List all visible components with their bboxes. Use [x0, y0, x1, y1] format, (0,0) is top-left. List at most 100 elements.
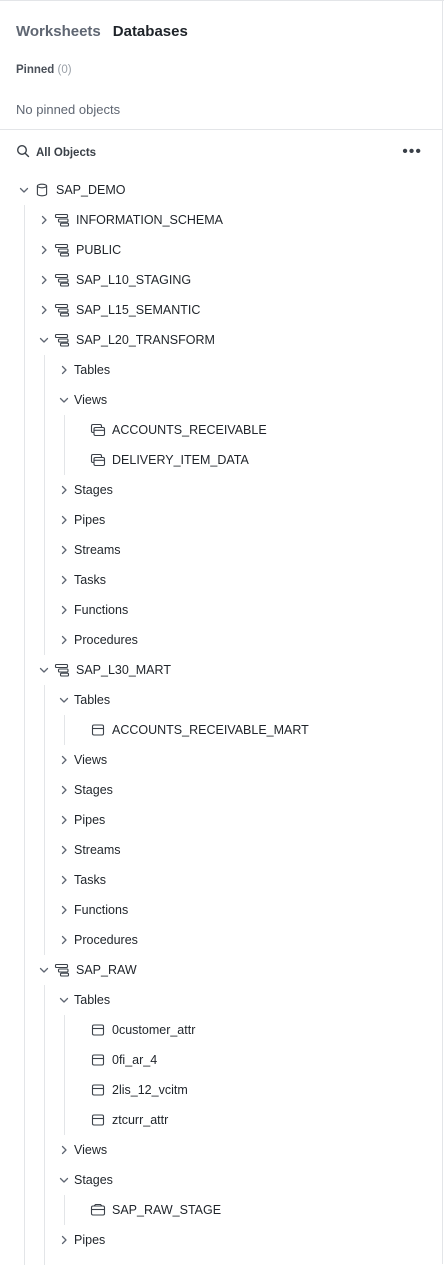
tree-item-schema[interactable]: PUBLIC — [0, 235, 442, 265]
chevron-right-icon[interactable] — [56, 905, 72, 915]
pinned-label: Pinned — [16, 64, 55, 76]
tab-databases[interactable]: Databases — [113, 23, 188, 40]
tree-item-database[interactable]: SAP_DEMO — [0, 175, 442, 205]
table-icon — [90, 1023, 106, 1037]
tree-item-schema[interactable]: SAP_L15_SEMANTIC — [0, 295, 442, 325]
tree-item-view[interactable]: ACCOUNTS_RECEIVABLE — [0, 415, 442, 445]
tree-item-label: SAP_L20_TRANSFORM — [76, 333, 215, 347]
all-objects-search[interactable]: All Objects ••• — [16, 144, 428, 162]
tree-item-folder[interactable]: Procedures — [0, 625, 442, 655]
tree-item-table[interactable]: 2lis_12_vcitm — [0, 1075, 442, 1105]
tree-item-label: Streams — [74, 843, 121, 857]
tree-item-folder[interactable]: Stages — [0, 475, 442, 505]
chevron-right-icon[interactable] — [36, 305, 52, 315]
tree-item-table[interactable]: 0customer_attr — [0, 1015, 442, 1045]
chevron-down-icon[interactable] — [56, 395, 72, 405]
view-icon — [90, 453, 106, 467]
tree-item-folder[interactable]: Functions — [0, 595, 442, 625]
tree-item-folder[interactable]: Pipes — [0, 1225, 442, 1255]
tree-item-label: Stages — [74, 783, 113, 797]
tree-item-schema[interactable]: SAP_L20_TRANSFORM — [0, 325, 442, 355]
chevron-right-icon[interactable] — [56, 485, 72, 495]
ellipsis-icon[interactable]: ••• — [402, 144, 422, 160]
tree-item-folder[interactable]: Tables — [0, 985, 442, 1015]
panel-right-border — [442, 0, 443, 1264]
chevron-right-icon[interactable] — [56, 1145, 72, 1155]
pinned-count: (0) — [57, 64, 72, 76]
chevron-right-icon[interactable] — [56, 545, 72, 555]
chevron-right-icon[interactable] — [56, 1235, 72, 1245]
tree-item-label: DELIVERY_ITEM_DATA — [112, 453, 249, 467]
tree-item-folder[interactable]: Views — [0, 745, 442, 775]
tree-item-folder[interactable]: Stages — [0, 775, 442, 805]
chevron-right-icon[interactable] — [56, 575, 72, 585]
tree-item-folder[interactable]: Pipes — [0, 805, 442, 835]
chevron-down-icon[interactable] — [56, 695, 72, 705]
tree-item-label: 2lis_12_vcitm — [112, 1083, 188, 1097]
chevron-right-icon[interactable] — [56, 875, 72, 885]
tree-item-label: ACCOUNTS_RECEIVABLE — [112, 423, 267, 437]
chevron-down-icon[interactable] — [56, 1175, 72, 1185]
tree-item-schema[interactable]: SAP_L10_STAGING — [0, 265, 442, 295]
chevron-right-icon[interactable] — [56, 515, 72, 525]
chevron-right-icon[interactable] — [56, 935, 72, 945]
schema-icon — [54, 663, 70, 677]
tree-item-folder[interactable]: Streams — [0, 535, 442, 565]
tree-item-folder[interactable]: Functions — [0, 895, 442, 925]
chevron-right-icon[interactable] — [56, 635, 72, 645]
tree-item-folder[interactable]: Tables — [0, 355, 442, 385]
pinned-header: Pinned (0) — [16, 64, 72, 76]
tree-item-folder[interactable]: Views — [0, 1135, 442, 1165]
tree-item-table[interactable]: ztcurr_attr — [0, 1105, 442, 1135]
schema-icon — [54, 333, 70, 347]
tree-item-folder[interactable]: Streams — [0, 835, 442, 865]
search-icon[interactable] — [16, 144, 30, 163]
tree-item-label: Pipes — [74, 813, 106, 827]
tree-item-schema[interactable]: INFORMATION_SCHEMA — [0, 205, 442, 235]
chevron-right-icon[interactable] — [36, 215, 52, 225]
tree-item-folder[interactable]: Stages — [0, 1165, 442, 1195]
tree-item-label: Procedures — [74, 633, 138, 647]
tree-item-label: 0fi_ar_4 — [112, 1053, 158, 1067]
chevron-right-icon[interactable] — [36, 275, 52, 285]
tree-item-folder[interactable]: Tasks — [0, 565, 442, 595]
tree-item-table[interactable]: ACCOUNTS_RECEIVABLE_MART — [0, 715, 442, 745]
tree-item-label: Procedures — [74, 933, 138, 947]
chevron-down-icon[interactable] — [36, 665, 52, 675]
chevron-down-icon[interactable] — [36, 335, 52, 345]
chevron-right-icon[interactable] — [56, 365, 72, 375]
stage-icon — [90, 1203, 106, 1217]
tree-item-view[interactable]: DELIVERY_ITEM_DATA — [0, 445, 442, 475]
tree-item-table[interactable]: 0fi_ar_4 — [0, 1045, 442, 1075]
tree-item-label: SAP_RAW_STAGE — [112, 1203, 222, 1217]
tree-item-label: Pipes — [74, 1233, 106, 1247]
tree-item-label: SAP_RAW — [76, 963, 137, 977]
section-divider — [0, 129, 442, 130]
chevron-right-icon[interactable] — [56, 605, 72, 615]
tree-item-label: Functions — [74, 603, 129, 617]
chevron-right-icon[interactable] — [56, 815, 72, 825]
tree-item-folder[interactable]: Views — [0, 385, 442, 415]
tree-item-stage[interactable]: SAP_RAW_STAGE — [0, 1195, 442, 1225]
schema-icon — [54, 243, 70, 257]
tree-item-folder[interactable]: Tables — [0, 685, 442, 715]
tree-item-label: Tables — [74, 993, 111, 1007]
tree-item-label: ztcurr_attr — [112, 1113, 169, 1127]
chevron-right-icon[interactable] — [56, 845, 72, 855]
tree-item-label: Stages — [74, 1173, 113, 1187]
chevron-down-icon[interactable] — [56, 995, 72, 1005]
tree-item-folder[interactable]: Pipes — [0, 505, 442, 535]
chevron-down-icon[interactable] — [16, 185, 32, 195]
chevron-right-icon[interactable] — [56, 755, 72, 765]
view-icon — [90, 423, 106, 437]
table-icon — [90, 1083, 106, 1097]
tree-item-schema[interactable]: SAP_RAW — [0, 955, 442, 985]
chevron-right-icon[interactable] — [56, 785, 72, 795]
tree-item-label: Views — [74, 393, 108, 407]
tree-item-schema[interactable]: SAP_L30_MART — [0, 655, 442, 685]
chevron-right-icon[interactable] — [36, 245, 52, 255]
tree-item-folder[interactable]: Procedures — [0, 925, 442, 955]
tab-worksheets[interactable]: Worksheets — [16, 23, 101, 40]
chevron-down-icon[interactable] — [36, 965, 52, 975]
tree-item-folder[interactable]: Tasks — [0, 865, 442, 895]
